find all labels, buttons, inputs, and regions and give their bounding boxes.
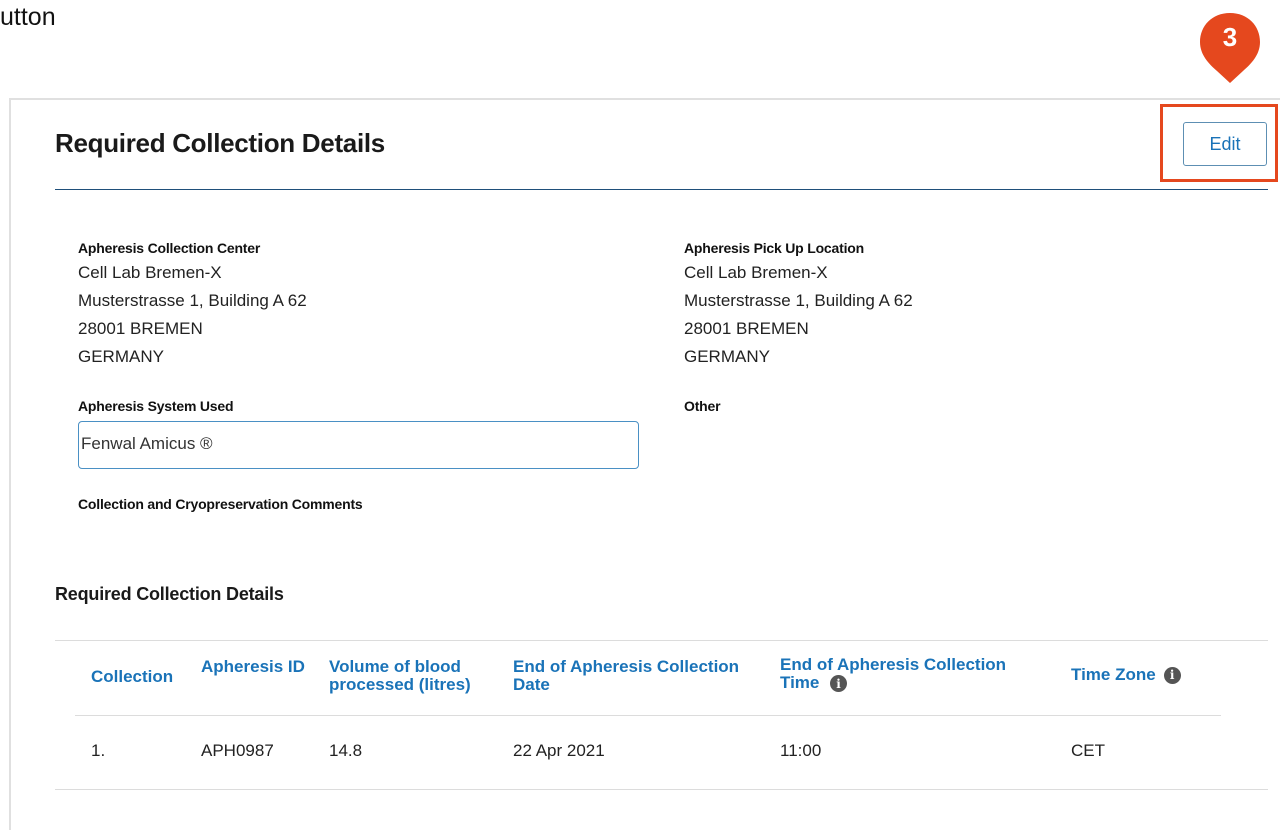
table-header-divider <box>75 715 1221 716</box>
table-cell-volume: 14.8 <box>329 741 363 760</box>
pickup-location-country: GERMANY <box>684 347 770 366</box>
collection-center-block: Apheresis Collection Center Cell Lab Bre… <box>78 239 307 371</box>
pickup-location-block: Apheresis Pick Up Location Cell Lab Brem… <box>684 239 913 371</box>
column-header-label: Volume of blood processed (litres) <box>329 657 471 694</box>
table-bottom-divider <box>55 789 1268 790</box>
collection-center-street: Musterstrasse 1, Building A 62 <box>78 291 307 310</box>
page-title: Required Collection Details <box>55 128 385 158</box>
column-header-apheresis-id: Apheresis ID <box>201 658 311 676</box>
column-header-collection-time: End of Apheresis Collection Time <box>780 656 1040 692</box>
column-header-label: End of Apheresis Collection Date <box>513 657 740 694</box>
other-label: Other <box>684 398 721 414</box>
title-divider <box>55 189 1268 190</box>
column-header-time-zone: Time Zone i <box>1071 666 1181 684</box>
table-cell-time-zone: CET <box>1071 741 1105 760</box>
column-header-collection: Collection <box>91 668 173 686</box>
pickup-location-street: Musterstrasse 1, Building A 62 <box>684 291 913 310</box>
info-icon[interactable]: i <box>1163 666 1181 684</box>
step-marker: 3 <box>1197 11 1263 85</box>
table-cell-collection: 1. <box>91 741 106 760</box>
collection-center-city: 28001 BREMEN <box>78 319 203 338</box>
column-header-volume: Volume of blood processed (litres) <box>329 658 504 694</box>
annotation-highlight-box <box>1160 104 1278 182</box>
table-top-divider <box>55 640 1268 641</box>
collection-center-country: GERMANY <box>78 347 164 366</box>
pickup-location-city: 28001 BREMEN <box>684 319 809 338</box>
pickup-location-label: Apheresis Pick Up Location <box>684 240 864 256</box>
system-used-field[interactable]: Fenwal Amicus ® <box>78 421 639 469</box>
table-cell-time: 11:00 <box>780 741 822 760</box>
info-icon[interactable]: i <box>830 675 847 692</box>
section-heading: Required Collection Details <box>55 584 284 604</box>
column-header-label: Collection <box>91 667 174 686</box>
column-header-collection-date: End of Apheresis Collection Date <box>513 658 768 694</box>
collection-center-name: Cell Lab Bremen-X <box>78 263 222 282</box>
system-used-label: Apheresis System Used <box>78 398 234 414</box>
step-number: 3 <box>1222 22 1238 52</box>
system-used-value: Fenwal Amicus ® <box>81 434 213 453</box>
column-header-label: Apheresis ID <box>201 657 305 676</box>
column-header-label: End of Apheresis Collection Time <box>780 655 1007 692</box>
caption-fragment: utton <box>0 3 56 31</box>
table-cell-date: 22 Apr 2021 <box>513 741 605 760</box>
pickup-location-name: Cell Lab Bremen-X <box>684 263 828 282</box>
table-cell-apheresis-id: APH0987 <box>201 741 274 760</box>
column-header-label: Time Zone <box>1071 665 1156 684</box>
collection-center-label: Apheresis Collection Center <box>78 240 261 256</box>
comments-label: Collection and Cryopreservation Comments <box>78 496 363 512</box>
